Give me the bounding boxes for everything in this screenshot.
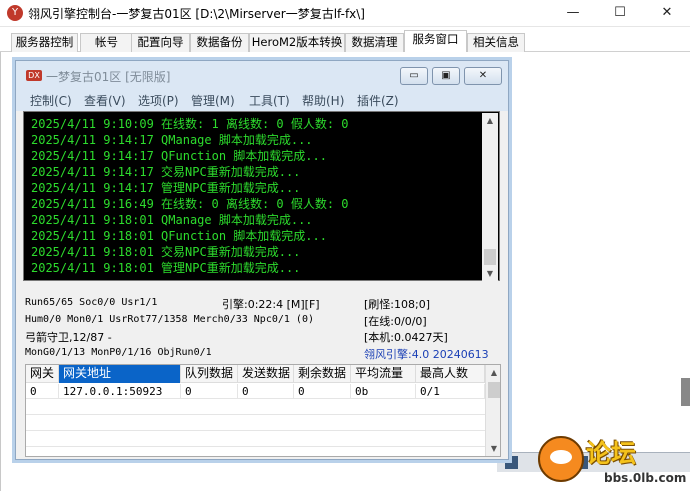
log-line: 2025/4/11 9:14:17 QFunction 脚本加载完成... (31, 149, 327, 163)
service-window: DX 一梦复古01区 [无限版] ▭ ▣ ✕ 控制(C) 查看(V) 选项(P)… (15, 60, 509, 460)
log-line: 2025/4/11 9:14:17 交易NPC重新加载完成... (31, 165, 301, 179)
cell-send-data: 0 (238, 384, 294, 399)
log-console[interactable]: 2025/4/11 9:10:09 在线数: 1 离线数: 0 假人数: 0 2… (23, 111, 500, 281)
service-minimize-button[interactable]: ▭ (400, 67, 428, 85)
tab-server-control[interactable]: 服务器控制 (11, 33, 78, 52)
tab-data-cleanup[interactable]: 数据清理 (345, 33, 404, 52)
scroll-down-arrow-icon[interactable]: ▼ (482, 266, 498, 282)
background-scrollbar-thumb[interactable] (681, 378, 690, 406)
status-local-uptime: [本机:0.0427天] (364, 331, 448, 344)
app-logo-icon: Y (7, 5, 23, 21)
cell-gateway-address: 127.0.0.1:50923 (59, 384, 181, 399)
cell-average-traffic: 0b (351, 384, 416, 399)
service-app-icon: DX (26, 70, 42, 81)
column-gateway[interactable]: 网关 (26, 365, 59, 383)
status-mong: MonG0/1/13 MonP0/1/16 ObjRun0/1 (25, 347, 212, 358)
menu-control[interactable]: 控制(C) (30, 92, 72, 109)
log-line: 2025/4/11 9:18:01 交易NPC重新加载完成... (31, 245, 301, 259)
minimize-button[interactable]: — (550, 0, 596, 27)
menu-options[interactable]: 选项(P) (138, 92, 179, 109)
column-gateway-address[interactable]: 网关地址 (59, 365, 181, 383)
tab-herom2-convert[interactable]: HeroM2版本转换 (249, 33, 345, 52)
log-line: 2025/4/11 9:16:49 在线数: 0 离线数: 0 假人数: 0 (31, 197, 349, 211)
menu-tools[interactable]: 工具(T) (249, 92, 290, 109)
carrot-mascot-icon (538, 436, 584, 482)
table-row-empty (26, 400, 485, 415)
menu-view[interactable]: 查看(V) (84, 92, 126, 109)
service-maximize-button[interactable]: ▣ (432, 67, 460, 85)
status-refresh-monsters: [刷怪:108;0] (364, 298, 430, 311)
log-line: 2025/4/11 9:18:01 QFunction 脚本加载完成... (31, 229, 327, 243)
maximize-button[interactable]: ☐ (597, 0, 643, 27)
outer-window-title: 翎风引擎控制台-一梦复古01区 [D:\2\Mirserver一梦复古lf-fx… (28, 7, 365, 21)
tab-service-window[interactable]: 服务窗口 (404, 30, 467, 52)
scroll-up-arrow-icon[interactable]: ▲ (486, 365, 500, 381)
status-engine-version: 翎风引擎:4.0 20240613 (364, 348, 489, 361)
column-average-traffic[interactable]: 平均流量 (351, 365, 416, 383)
service-window-title: 一梦复古01区 [无限版] (46, 70, 171, 84)
outer-titlebar[interactable]: Y 翎风引擎控制台-一梦复古01区 [D:\2\Mirserver一梦复古lf-… (0, 0, 690, 27)
column-queue-data[interactable]: 队列数据 (181, 365, 238, 383)
menu-help[interactable]: 帮助(H) (302, 92, 344, 109)
log-line: 2025/4/11 9:18:01 管理NPC重新加载完成... (31, 261, 301, 275)
column-remaining-data[interactable]: 剩余数据 (294, 365, 351, 383)
status-hum: Hum0/0 Mon0/1 UsrRot77/1358 Merch0/33 Np… (25, 314, 314, 325)
tab-related-info[interactable]: 相关信息 (467, 33, 525, 52)
outer-tab-bar: 服务器控制 帐号 配置向导 数据备份 HeroM2版本转换 数据清理 服务窗口 … (0, 30, 690, 52)
column-max-users[interactable]: 最高人数 (416, 365, 485, 383)
watermark-url: bbs.0lb.com (604, 471, 687, 485)
table-row[interactable]: 0 127.0.0.1:50923 0 0 0 0b 0/1 (26, 384, 485, 399)
tab-account[interactable]: 帐号 (80, 33, 133, 52)
forum-watermark-logo: 论坛 bbs.0lb.com (538, 434, 686, 488)
status-archer-guard: 弓箭守卫,12/87 - (25, 331, 112, 344)
cell-max-users: 0/1 (416, 384, 485, 399)
gateway-table[interactable]: 网关 网关地址 队列数据 发送数据 剩余数据 平均流量 最高人数 0 127.0… (25, 364, 501, 457)
cell-queue-data: 0 (181, 384, 238, 399)
service-window-titlebar[interactable]: DX 一梦复古01区 [无限版] ▭ ▣ ✕ (16, 61, 508, 89)
table-row-empty (26, 432, 485, 447)
status-online: [在线:0/0/0] (364, 315, 427, 328)
log-line: 2025/4/11 9:14:17 QManage 脚本加载完成... (31, 133, 313, 147)
table-row-empty (26, 416, 485, 431)
gateway-scroll-thumb[interactable] (488, 382, 500, 398)
close-button[interactable]: ✕ (644, 0, 690, 27)
status-run: Run65/65 Soc0/0 Usr1/1 (25, 297, 158, 308)
cell-gateway: 0 (26, 384, 59, 399)
watermark-text: 论坛 (586, 439, 637, 468)
cell-remaining-data: 0 (294, 384, 351, 399)
console-scroll-thumb[interactable] (484, 249, 496, 265)
gateway-table-scrollbar[interactable]: ▲ ▼ (485, 365, 500, 456)
log-line: 2025/4/11 9:18:01 QManage 脚本加载完成... (31, 213, 313, 227)
status-engine-uptime: 引擎:0:22:4 [M][F] (222, 298, 320, 311)
tab-data-backup[interactable]: 数据备份 (190, 33, 249, 52)
service-close-button[interactable]: ✕ (464, 67, 502, 85)
log-line: 2025/4/11 9:14:17 管理NPC重新加载完成... (31, 181, 301, 195)
scroll-up-arrow-icon[interactable]: ▲ (482, 113, 498, 129)
log-line: 2025/4/11 9:10:09 在线数: 1 离线数: 0 假人数: 0 (31, 117, 349, 131)
service-menu-bar: 控制(C) 查看(V) 选项(P) 管理(M) 工具(T) 帮助(H) 插件(Z… (16, 89, 508, 111)
scroll-down-arrow-icon[interactable]: ▼ (486, 441, 500, 456)
column-send-data[interactable]: 发送数据 (238, 365, 294, 383)
menu-manage[interactable]: 管理(M) (191, 92, 235, 109)
gateway-table-header: 网关 网关地址 队列数据 发送数据 剩余数据 平均流量 最高人数 (26, 365, 485, 383)
tab-config-wizard[interactable]: 配置向导 (131, 33, 190, 52)
menu-plugins[interactable]: 插件(Z) (357, 92, 399, 109)
